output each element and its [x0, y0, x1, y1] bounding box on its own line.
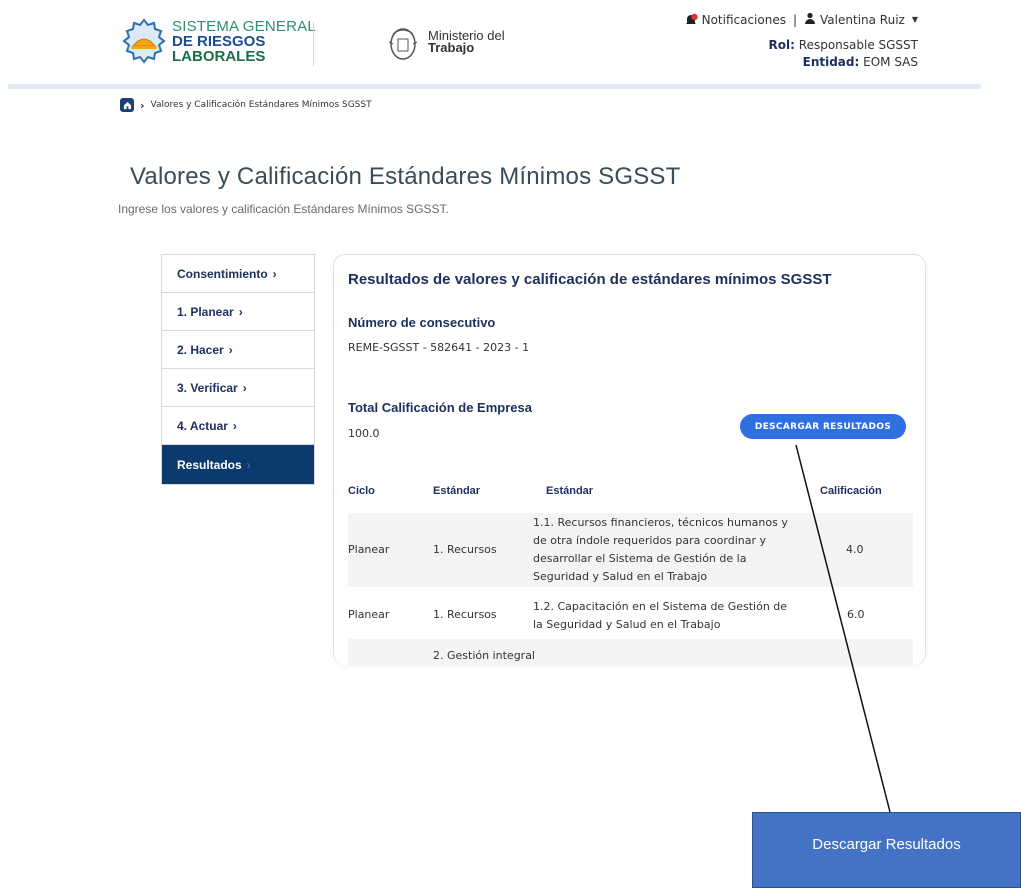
table-row: Planear 1. Recursos 1.1. Recursos financ… — [348, 513, 913, 587]
ministry-line-2: Trabajo — [428, 40, 505, 55]
consecutive-value: REME-SGSST - 582641 - 2023 - 1 — [348, 341, 530, 354]
cell-estandar: 1. Recursos — [433, 543, 497, 556]
sidebar-item-resultados[interactable]: Resultados › — [162, 445, 314, 484]
logo-line-2: DE RIESGOS — [172, 33, 266, 50]
cell-descripcion: 1.1. Recursos financieros, técnicos huma… — [533, 516, 788, 583]
breadcrumb-current: Valores y Calificación Estándares Mínimo… — [150, 100, 372, 110]
annotation-callout: Descargar Resultados — [752, 812, 1021, 888]
sidebar-item-verificar[interactable]: 3. Verificar › — [162, 369, 314, 407]
total-score-value: 100.0 — [348, 427, 380, 440]
chevron-right-icon: › — [272, 266, 277, 281]
chevron-right-icon: › — [232, 418, 237, 433]
notifications-link[interactable]: Notificaciones — [702, 13, 786, 27]
chevron-right-icon: › — [242, 380, 247, 395]
sidebar-item-label: 4. Actuar — [177, 418, 228, 433]
cell-calificacion: 4.0 — [846, 543, 864, 556]
chevron-right-icon: › — [228, 342, 233, 357]
sidebar-item-label: 3. Verificar — [177, 380, 238, 395]
sidebar-item-label: Resultados — [177, 457, 242, 472]
chevron-down-icon[interactable]: ▼ — [912, 15, 918, 24]
user-name[interactable]: Valentina Ruiz — [820, 13, 905, 27]
sidebar-item-label: 1. Planear — [177, 304, 234, 319]
chevron-right-icon: › — [238, 304, 243, 319]
page-subtitle: Ingrese los valores y calificación Están… — [118, 202, 449, 216]
ministry-line-2-text: Trabajo — [428, 40, 475, 55]
bell-icon[interactable] — [684, 13, 698, 27]
table-row: 2. Gestión integral — [348, 639, 913, 665]
entity-value: EOM SAS — [863, 55, 918, 69]
logo-line-1: SISTEMA GENERAL — [172, 18, 316, 35]
step-sidebar: Consentimiento › 1. Planear › 2. Hacer › 3.… — [161, 254, 315, 485]
header-bottom-bar — [8, 84, 981, 89]
cell-calificacion: 6.0 — [847, 608, 865, 621]
user-icon — [804, 12, 816, 27]
chevron-right-icon: › — [246, 457, 251, 472]
entity-label: Entidad: — [802, 55, 860, 69]
chevron-right-icon: › — [140, 98, 145, 112]
entity-line: Entidad: EOM SAS — [803, 55, 918, 69]
role-line: Rol: Responsable SGSST — [769, 38, 918, 52]
column-header-estandar-detalle: Estándar — [546, 485, 594, 497]
cell-ciclo: Planear — [348, 608, 390, 621]
user-area: Notificaciones | Valentina Ruiz ▼ — [684, 12, 918, 27]
sidebar-item-hacer[interactable]: 2. Hacer › — [162, 331, 314, 369]
sidebar-item-planear[interactable]: 1. Planear › — [162, 293, 314, 331]
colombia-seal-icon — [388, 28, 418, 60]
sgrl-gear-logo-icon — [122, 18, 166, 64]
table-row: Planear 1. Recursos 1.2. Capacitación en… — [348, 589, 913, 639]
page-title: Valores y Calificación Estándares Mínimo… — [130, 163, 681, 190]
column-header-ciclo: Ciclo — [348, 485, 375, 497]
cell-descripcion: 1.2. Capacitación en el Sistema de Gesti… — [533, 600, 788, 631]
cell-estandar: 2. Gestión integral — [433, 649, 535, 662]
column-header-calificacion: Calificación — [820, 485, 882, 497]
header-separator: | — [792, 12, 798, 27]
sidebar-item-label: 2. Hacer — [177, 342, 224, 357]
ministry-name: Ministerio del Trabajo — [428, 29, 505, 55]
breadcrumb: › Valores y Calificación Estándares Míni… — [120, 98, 372, 112]
cell-ciclo: Planear — [348, 543, 390, 556]
results-card: Resultados de valores y calificación de … — [333, 254, 926, 665]
cell-estandar: 1. Recursos — [433, 608, 497, 621]
header-divider — [313, 22, 314, 66]
sidebar-item-label: Consentimiento — [177, 266, 268, 281]
sidebar-item-consentimiento[interactable]: Consentimiento › — [162, 255, 314, 293]
annotation-label: Descargar Resultados — [812, 835, 961, 853]
results-table-header: Ciclo Estándar Estándar Calificación — [348, 483, 913, 513]
total-score-label: Total Calificación de Empresa — [348, 400, 532, 415]
sgrl-logo-text: SISTEMA GENERAL DE RIESGOS LABORALES — [172, 19, 316, 64]
download-results-button[interactable]: DESCARGAR RESULTADOS — [740, 414, 906, 439]
results-title: Resultados de valores y calificación de … — [348, 271, 832, 288]
home-icon[interactable] — [120, 98, 134, 112]
app-header: SISTEMA GENERAL DE RIESGOS LABORALES Min… — [0, 0, 1021, 84]
sidebar-item-actuar[interactable]: 4. Actuar › — [162, 407, 314, 445]
role-value: Responsable SGSST — [798, 38, 918, 52]
column-header-estandar: Estándar — [433, 485, 481, 497]
logo-line-3: LABORALES — [172, 48, 266, 65]
role-label: Rol: — [768, 38, 795, 52]
consecutive-label: Número de consecutivo — [348, 315, 496, 330]
